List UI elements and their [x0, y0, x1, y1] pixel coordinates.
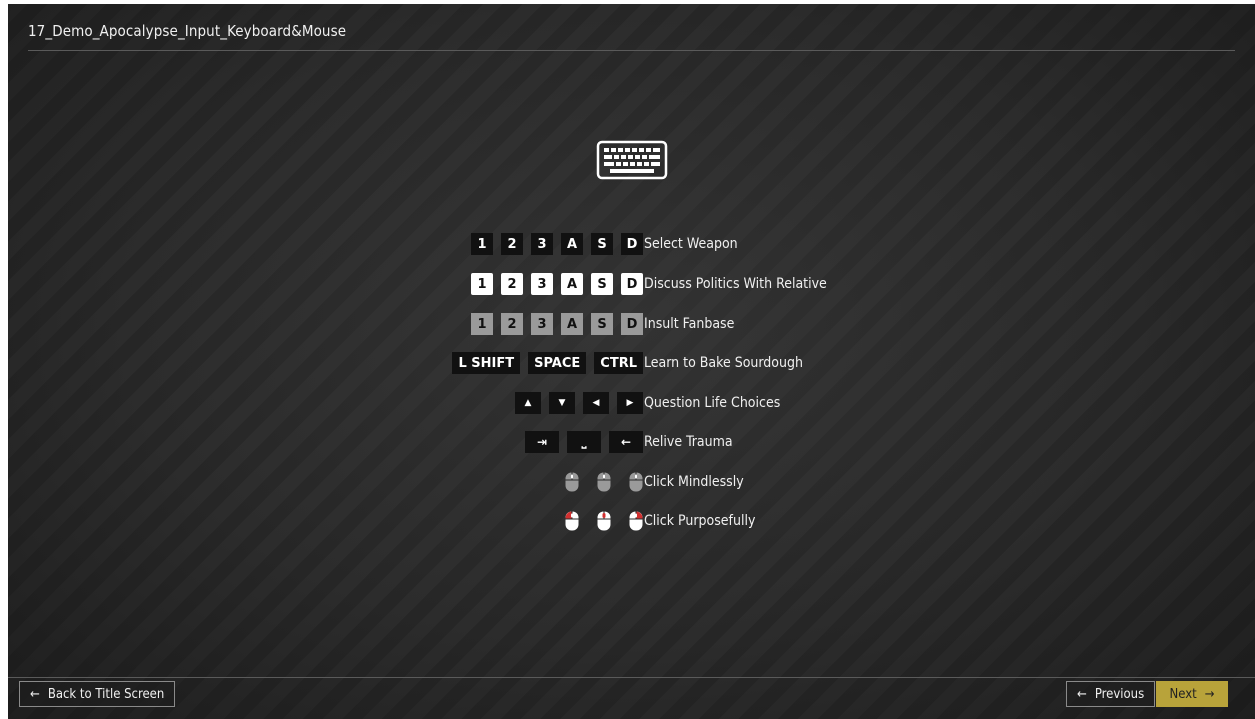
key-d: D — [621, 233, 643, 255]
binding-label: Relive Trauma — [644, 434, 733, 450]
binding-label: Click Mindlessly — [644, 474, 744, 490]
key-1: 1 — [471, 273, 493, 295]
key-2: 2 — [501, 233, 523, 255]
key-d: D — [621, 313, 643, 335]
arrow-right-icon: ▶ — [617, 392, 643, 414]
key-s: S — [591, 273, 613, 295]
key-3: 3 — [531, 313, 553, 335]
arrow-left-icon: ← — [1077, 686, 1087, 702]
key-2: 2 — [501, 313, 523, 335]
middle-mouse-icon — [597, 511, 611, 531]
key-a: A — [561, 233, 583, 255]
key-a: A — [561, 313, 583, 335]
backspace-key-icon: ← — [609, 431, 643, 453]
binding-row-click-purposefully: Click Purposefully — [8, 508, 1255, 534]
key-space: SPACE — [528, 352, 587, 374]
arrow-left-icon: ◀ — [583, 392, 609, 414]
left-mouse-icon — [565, 511, 579, 531]
title-divider — [28, 50, 1235, 51]
binding-row-discuss-politics: 1 2 3 A S D Discuss Politics With Relati… — [8, 271, 1255, 297]
arrow-left-icon: ← — [30, 686, 40, 702]
game-screen: 17_Demo_Apocalypse_Input_Keyboard&Mouse … — [8, 4, 1255, 719]
key-group: 1 2 3 A S D — [471, 233, 643, 255]
binding-row-question-life: ▲ ▼ ◀ ▶ Question Life Choices — [8, 390, 1255, 416]
right-mouse-icon — [629, 511, 643, 531]
key-1: 1 — [471, 313, 493, 335]
binding-row-click-mindlessly: Click Mindlessly — [8, 469, 1255, 495]
middle-mouse-icon — [597, 472, 611, 492]
mouse-group — [565, 472, 643, 492]
back-button-label: Back to Title Screen — [47, 686, 165, 702]
arrow-down-icon: ▼ — [549, 392, 575, 414]
binding-label: Discuss Politics With Relative — [644, 276, 827, 292]
left-mouse-icon — [565, 472, 579, 492]
key-d: D — [621, 273, 643, 295]
key-group: 1 2 3 A S D — [471, 273, 643, 295]
key-3: 3 — [531, 273, 553, 295]
binding-label: Question Life Choices — [644, 395, 781, 411]
back-to-title-button[interactable]: ← Back to Title Screen — [19, 681, 176, 707]
binding-label: Select Weapon — [644, 236, 738, 252]
previous-button[interactable]: ← Previous — [1066, 681, 1156, 707]
binding-label: Click Purposefully — [644, 513, 756, 529]
key-a: A — [561, 273, 583, 295]
arrow-right-icon: → — [1204, 686, 1215, 702]
binding-label: Insult Fanbase — [644, 316, 735, 332]
space-key-icon: ⎵ — [567, 431, 601, 453]
previous-button-label: Previous — [1094, 686, 1145, 702]
binding-row-select-weapon: 1 2 3 A S D Select Weapon — [8, 231, 1255, 257]
key-lshift: L SHIFT — [452, 352, 521, 374]
key-group: ▲ ▼ ◀ ▶ — [515, 392, 643, 414]
page-title: 17_Demo_Apocalypse_Input_Keyboard&Mouse — [28, 22, 347, 40]
key-group: 1 2 3 A S D — [471, 313, 643, 335]
binding-row-bake-sourdough: L SHIFT SPACE CTRL Learn to Bake Sourdou… — [8, 350, 1255, 376]
key-3: 3 — [531, 233, 553, 255]
tab-key-icon: ⇥ — [525, 431, 559, 453]
keyboard-icon — [596, 140, 668, 180]
binding-label: Learn to Bake Sourdough — [644, 355, 803, 371]
mouse-group — [565, 511, 643, 531]
key-s: S — [591, 313, 613, 335]
key-group: ⇥ ⎵ ← — [525, 431, 643, 453]
arrow-up-icon: ▲ — [515, 392, 541, 414]
key-s: S — [591, 233, 613, 255]
key-1: 1 — [471, 233, 493, 255]
binding-row-insult-fanbase: 1 2 3 A S D Insult Fanbase — [8, 311, 1255, 337]
right-mouse-icon — [629, 472, 643, 492]
key-ctrl: CTRL — [594, 352, 643, 374]
binding-row-relive-trauma: ⇥ ⎵ ← Relive Trauma — [8, 429, 1255, 455]
next-button[interactable]: Next → — [1156, 681, 1228, 707]
key-group: L SHIFT SPACE CTRL — [452, 352, 643, 374]
next-button-label: Next — [1169, 686, 1197, 702]
footer-divider — [8, 677, 1255, 678]
key-2: 2 — [501, 273, 523, 295]
